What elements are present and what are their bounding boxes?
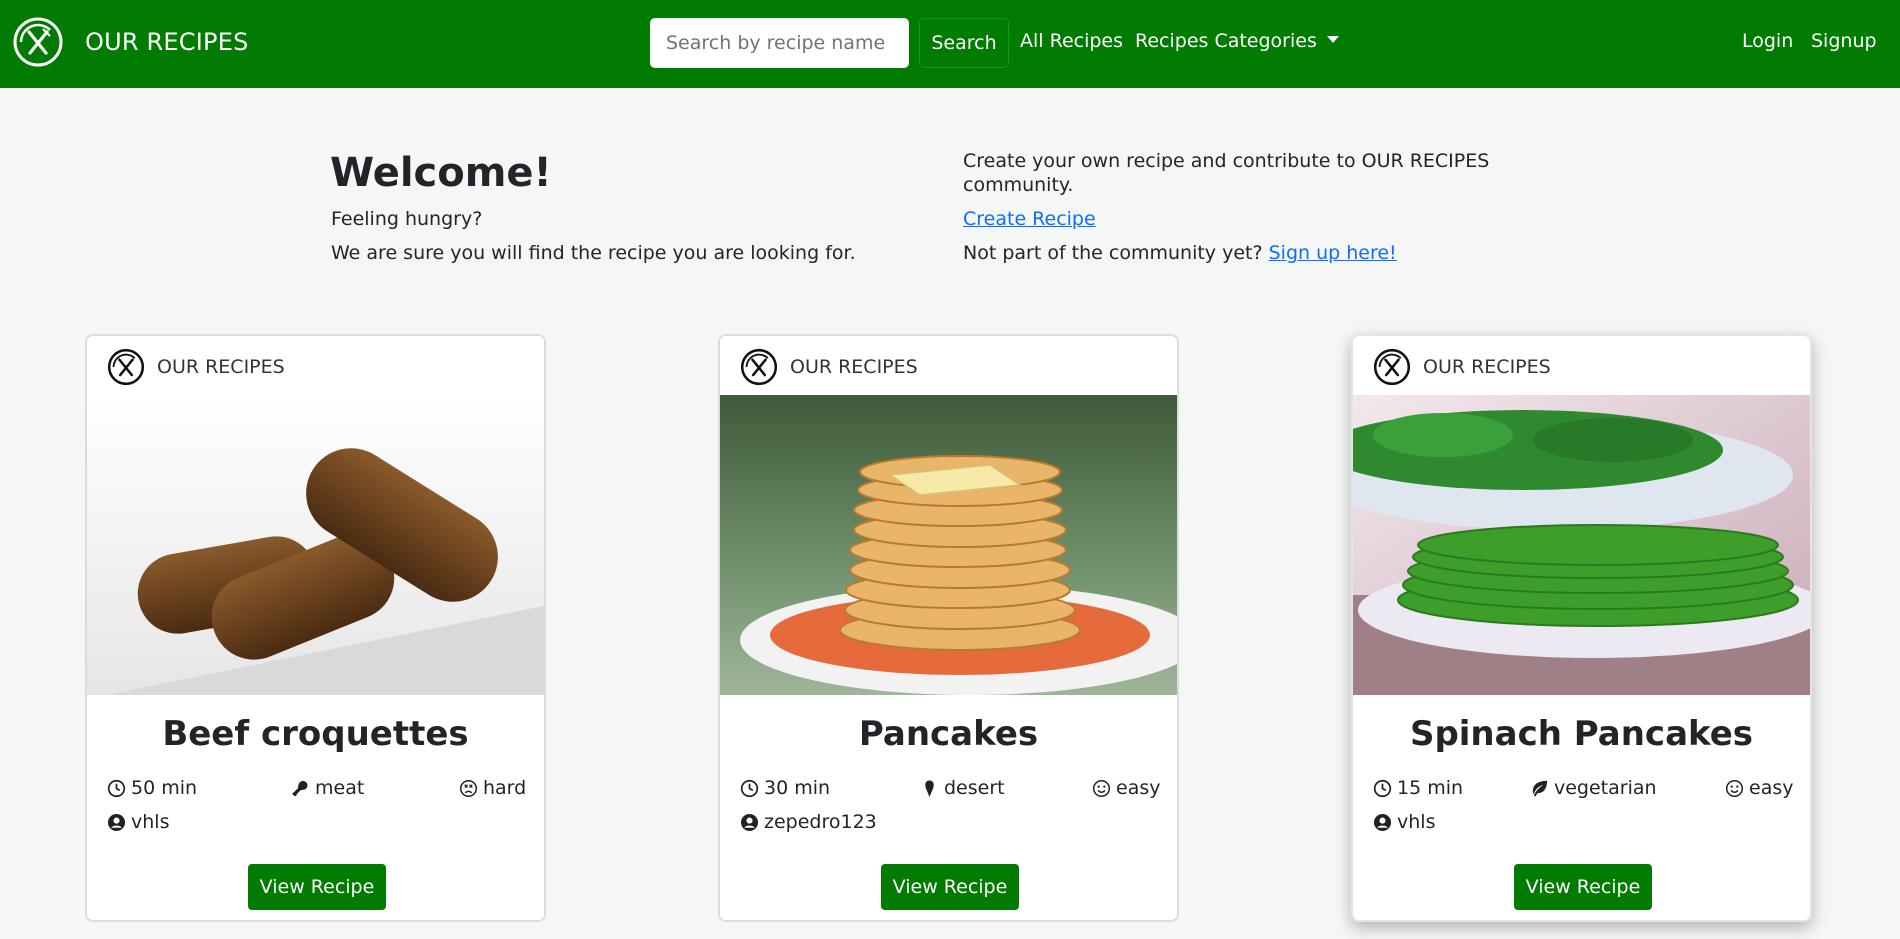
leaf-icon <box>1532 780 1548 796</box>
difficulty-value: hard <box>483 777 527 799</box>
category-value: desert <box>944 777 1005 799</box>
brand-name: OUR RECIPES <box>85 28 249 56</box>
hero-sure: We are sure you will find the recipe you… <box>331 242 856 264</box>
brand[interactable]: OUR RECIPES <box>12 16 249 68</box>
user-circle-icon <box>740 813 759 831</box>
frown-icon <box>459 779 478 797</box>
meta-category: meat <box>291 777 364 799</box>
meta-time: 50 min <box>107 777 197 799</box>
nav-categories-label: Recipes Categories <box>1135 30 1317 52</box>
logo-icon <box>13 17 63 67</box>
clock-icon <box>1373 779 1392 797</box>
search-input[interactable] <box>650 18 909 68</box>
create-recipe-line: Create Recipe <box>963 208 1096 230</box>
navbar: OUR RECIPES Search All Recipes Recipes C… <box>0 0 1900 88</box>
card-header: OUR RECIPES <box>1373 348 1551 386</box>
meta-author: zepedro123 <box>740 811 877 833</box>
recipe-title: Spinach Pancakes <box>1409 714 1754 754</box>
time-value: 50 min <box>131 777 198 799</box>
not-part-text: Not part of the community yet? <box>963 242 1263 264</box>
nav-login[interactable]: Login <box>1742 30 1793 52</box>
meta-time: 15 min <box>1373 777 1463 799</box>
card-header: OUR RECIPES <box>107 348 285 386</box>
meta-difficulty: easy <box>1725 777 1793 799</box>
time-value: 15 min <box>1397 777 1464 799</box>
card-brand: OUR RECIPES <box>157 356 285 378</box>
author-value: zepedro123 <box>764 811 877 833</box>
signup-here-link[interactable]: Sign up here! <box>1269 242 1397 264</box>
card-header: OUR RECIPES <box>740 348 918 386</box>
card-brand: OUR RECIPES <box>1423 356 1551 378</box>
meta-author: vhls <box>1373 811 1435 833</box>
hero-hungry: Feeling hungry? <box>331 208 483 230</box>
meta-category: vegetarian <box>1530 777 1657 799</box>
signup-line: Not part of the community yet? Sign up h… <box>963 242 1397 264</box>
welcome-heading: Welcome! <box>330 150 552 196</box>
drumstick-icon <box>292 780 308 796</box>
recipe-image <box>87 395 544 695</box>
hero-contribute-1: Create your own recipe and contribute to… <box>963 150 1490 172</box>
card-brand: OUR RECIPES <box>790 356 918 378</box>
author-value: vhls <box>1397 811 1436 833</box>
search-button[interactable]: Search <box>919 18 1009 68</box>
user-circle-icon <box>107 813 126 831</box>
time-value: 30 min <box>764 777 831 799</box>
meta-difficulty: hard <box>459 777 526 799</box>
difficulty-value: easy <box>1749 777 1794 799</box>
meta-author: vhls <box>107 811 169 833</box>
smile-icon <box>1725 779 1744 797</box>
author-value: vhls <box>131 811 170 833</box>
logo-icon <box>1373 348 1411 386</box>
recipe-title: Beef croquettes <box>162 714 469 754</box>
logo-icon <box>107 348 145 386</box>
recipe-title: Pancakes <box>858 714 1039 754</box>
meta-difficulty: easy <box>1092 777 1160 799</box>
ice-cream-icon <box>925 779 934 797</box>
recipe-image <box>1353 395 1810 695</box>
hero-contribute-2: community. <box>963 174 1074 196</box>
smile-icon <box>1092 779 1111 797</box>
meta-category: desert <box>920 777 1005 799</box>
recipe-image <box>720 395 1177 695</box>
nav-categories-dropdown[interactable]: Recipes Categories <box>1135 30 1339 52</box>
recipe-card: OUR RECIPES Pancakes 30 min desert easy … <box>718 334 1179 922</box>
clock-icon <box>107 779 126 797</box>
difficulty-value: easy <box>1116 777 1161 799</box>
category-value: vegetarian <box>1554 777 1657 799</box>
view-recipe-button[interactable]: View Recipe <box>248 864 386 910</box>
meta-time: 30 min <box>740 777 830 799</box>
recipe-card: OUR RECIPES Spinach Pancakes 15 min vege… <box>1351 334 1812 922</box>
caret-down-icon <box>1326 36 1339 43</box>
category-value: meat <box>315 777 365 799</box>
create-recipe-link[interactable]: Create Recipe <box>963 208 1096 230</box>
view-recipe-button[interactable]: View Recipe <box>881 864 1019 910</box>
nav-signup[interactable]: Signup <box>1811 30 1877 52</box>
nav-all-recipes[interactable]: All Recipes <box>1020 30 1123 52</box>
logo-icon <box>740 348 778 386</box>
clock-icon <box>740 779 759 797</box>
view-recipe-button[interactable]: View Recipe <box>1514 864 1652 910</box>
user-circle-icon <box>1373 813 1392 831</box>
recipe-card: OUR RECIPES Beef croquettes 50 min meat <box>85 334 546 922</box>
